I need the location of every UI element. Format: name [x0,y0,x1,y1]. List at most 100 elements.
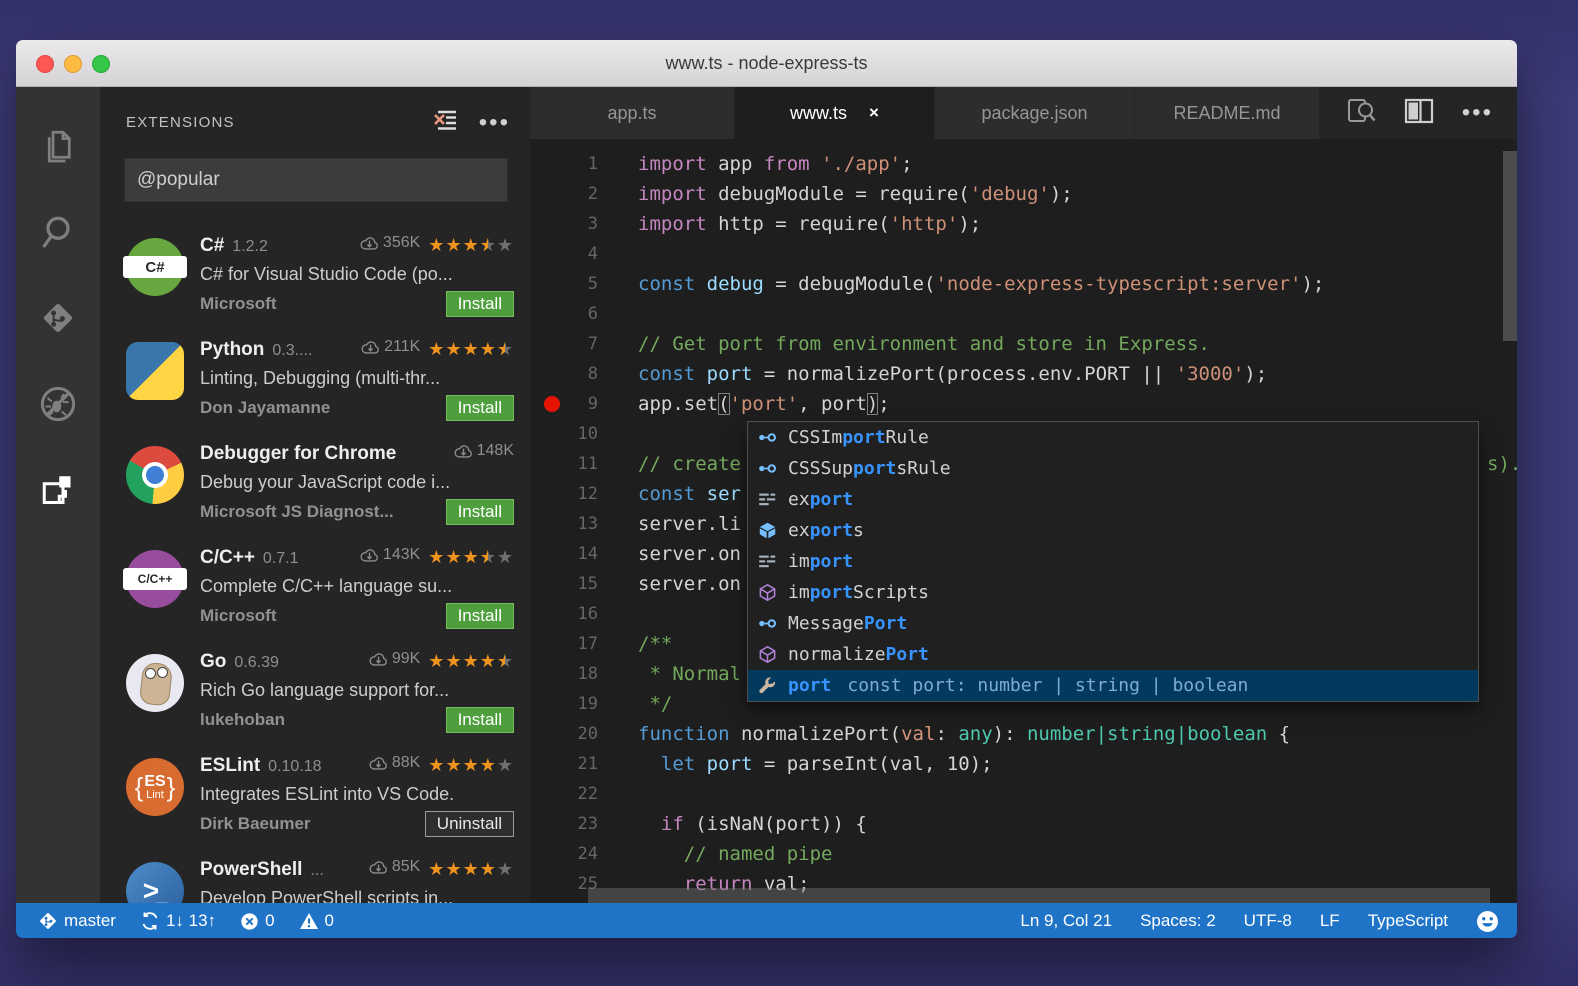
line-text[interactable]: const ser [638,479,741,509]
suggestion-CSSSupportsRule[interactable]: CSSSupportsRule [748,453,1478,484]
line-text[interactable]: function normalizePort(val: any): number… [638,719,1290,749]
line-number[interactable]: 16 [530,599,598,629]
line-text[interactable]: // create [638,449,741,479]
horizontal-scrollbar[interactable] [588,888,1490,903]
warnings-indicator[interactable]: 0 [299,911,334,931]
suggestion-port[interactable]: portconst port: number | string | boolea… [748,670,1478,701]
line-number[interactable]: 15 [530,569,598,599]
tab-close-icon[interactable]: × [869,103,879,123]
line-number[interactable]: 24 [530,839,598,869]
line-number[interactable]: 14 [530,539,598,569]
line-text[interactable]: // Get port from environment and store i… [638,329,1210,359]
encoding-setting[interactable]: UTF-8 [1244,911,1292,931]
line-text[interactable]: let port = parseInt(val, 10); [638,749,993,779]
extension-row-python[interactable]: Python0.3....211K★★★★★★Linting, Debuggin… [100,326,530,430]
line-text[interactable]: server.li [638,509,741,539]
suggestion-normalizePort[interactable]: normalizePort [748,639,1478,670]
git-sync-indicator[interactable]: 1↓ 13↑ [140,911,216,931]
line-number[interactable]: 22 [530,779,598,809]
line-text[interactable]: // named pipe [638,839,832,869]
line-number[interactable]: 9 [530,389,598,419]
line-number[interactable]: 6 [530,299,598,329]
language-mode[interactable]: TypeScript [1368,911,1448,931]
suggestion-import[interactable]: import [748,546,1478,577]
close-window-button[interactable] [36,55,54,73]
line-text[interactable]: /** [638,629,672,659]
suggestion-CSSImportRule[interactable]: CSSImportRule [748,422,1478,453]
line-number[interactable]: 3 [530,209,598,239]
extension-row-cpp[interactable]: C/C++C/C++0.7.1143K★★★★★★Complete C/C++ … [100,534,530,638]
tab-README.md[interactable]: README.md [1135,87,1320,139]
line-text[interactable]: server.on [638,569,741,599]
line-number[interactable]: 19 [530,689,598,719]
suggestion-export[interactable]: export [748,484,1478,515]
cursor-position[interactable]: Ln 9, Col 21 [1020,911,1112,931]
install-button[interactable]: Install [446,499,514,525]
indentation-setting[interactable]: Spaces: 2 [1140,911,1216,931]
extensions-search-input[interactable] [124,158,508,202]
line-text[interactable]: if (isNaN(port)) { [638,809,867,839]
feedback-smiley-icon[interactable] [1476,910,1499,933]
uninstall-button[interactable]: Uninstall [425,811,514,837]
open-preview-icon[interactable] [1346,97,1376,130]
line-number[interactable]: 10 [530,419,598,449]
split-editor-icon[interactable] [1404,98,1434,129]
breakpoint-dot[interactable] [544,396,560,412]
git-branch-indicator[interactable]: master [38,911,116,931]
errors-indicator[interactable]: 0 [240,911,274,931]
line-text[interactable]: import http = require('http'); [638,209,981,239]
extension-row-go[interactable]: Go0.6.3999K★★★★★★Rich Go language suppor… [100,638,530,742]
minimize-window-button[interactable] [64,55,82,73]
clear-extensions-icon[interactable] [431,108,459,137]
install-button[interactable]: Install [446,603,514,629]
tab-package.json[interactable]: package.json [935,87,1135,139]
install-button[interactable]: Install [446,395,514,421]
vertical-scrollbar[interactable] [1503,151,1517,341]
more-actions-icon[interactable]: ••• [1462,108,1493,118]
line-number[interactable]: 4 [530,239,598,269]
extension-row-csharp[interactable]: C#C#1.2.2356K★★★★★★C# for Visual Studio … [100,222,530,326]
line-number[interactable]: 11 [530,449,598,479]
line-number[interactable]: 8 [530,359,598,389]
activity-debug-disabled-icon[interactable] [16,361,100,447]
line-number[interactable]: 23 [530,809,598,839]
extension-row-powershell[interactable]: >_PowerShell...85K★★★★★Develop PowerShel… [100,846,530,903]
line-text[interactable]: const debug = debugModule('node-express-… [638,269,1324,299]
extension-row-chrome[interactable]: Debugger for Chrome148KDebug your JavaSc… [100,430,530,534]
line-number[interactable]: 7 [530,329,598,359]
line-number[interactable]: 18 [530,659,598,689]
line-number[interactable]: 12 [530,479,598,509]
activity-source-control-icon[interactable] [16,275,100,361]
tab-app.ts[interactable]: app.ts [530,87,735,139]
line-number[interactable]: 20 [530,719,598,749]
activity-extensions-icon[interactable] [16,447,100,533]
install-button[interactable]: Install [446,707,514,733]
line-text[interactable]: * Normal [638,659,741,689]
install-button[interactable]: Install [446,291,514,317]
line-number[interactable]: 2 [530,179,598,209]
tab-www.ts[interactable]: www.ts× [735,87,935,139]
more-actions-icon[interactable]: ••• [479,118,510,128]
line-number[interactable]: 17 [530,629,598,659]
line-text[interactable]: app.set('port', port); [638,389,890,419]
line-text[interactable]: const port = normalizePort(process.env.P… [638,359,1267,389]
extensions-sidebar: EXTENSIONS ••• C#C#1.2.2356K★★★★★★C# for… [100,87,530,903]
line-text[interactable]: import app from './app'; [638,149,913,179]
line-number[interactable]: 1 [530,149,598,179]
zoom-window-button[interactable] [92,55,110,73]
line-text[interactable]: */ [638,689,672,719]
activity-search-icon[interactable] [16,189,100,275]
eol-setting[interactable]: LF [1320,911,1340,931]
code-editor[interactable]: 1 import app from './app'; 2 import debugMo… [530,139,1517,903]
line-text[interactable]: server.on [638,539,741,569]
line-number[interactable]: 21 [530,749,598,779]
extension-row-eslint[interactable]: {ESLint}ESLint0.10.1888K★★★★★Integrates … [100,742,530,846]
line-text[interactable]: import debugModule = require('debug'); [638,179,1073,209]
suggestion-importScripts[interactable]: importScripts [748,577,1478,608]
line-number[interactable]: 13 [530,509,598,539]
line-number[interactable]: 5 [530,269,598,299]
sync-icon [140,911,160,931]
suggestion-exports[interactable]: exports [748,515,1478,546]
activity-files-icon[interactable] [16,103,100,189]
suggestion-MessagePort[interactable]: MessagePort [748,608,1478,639]
